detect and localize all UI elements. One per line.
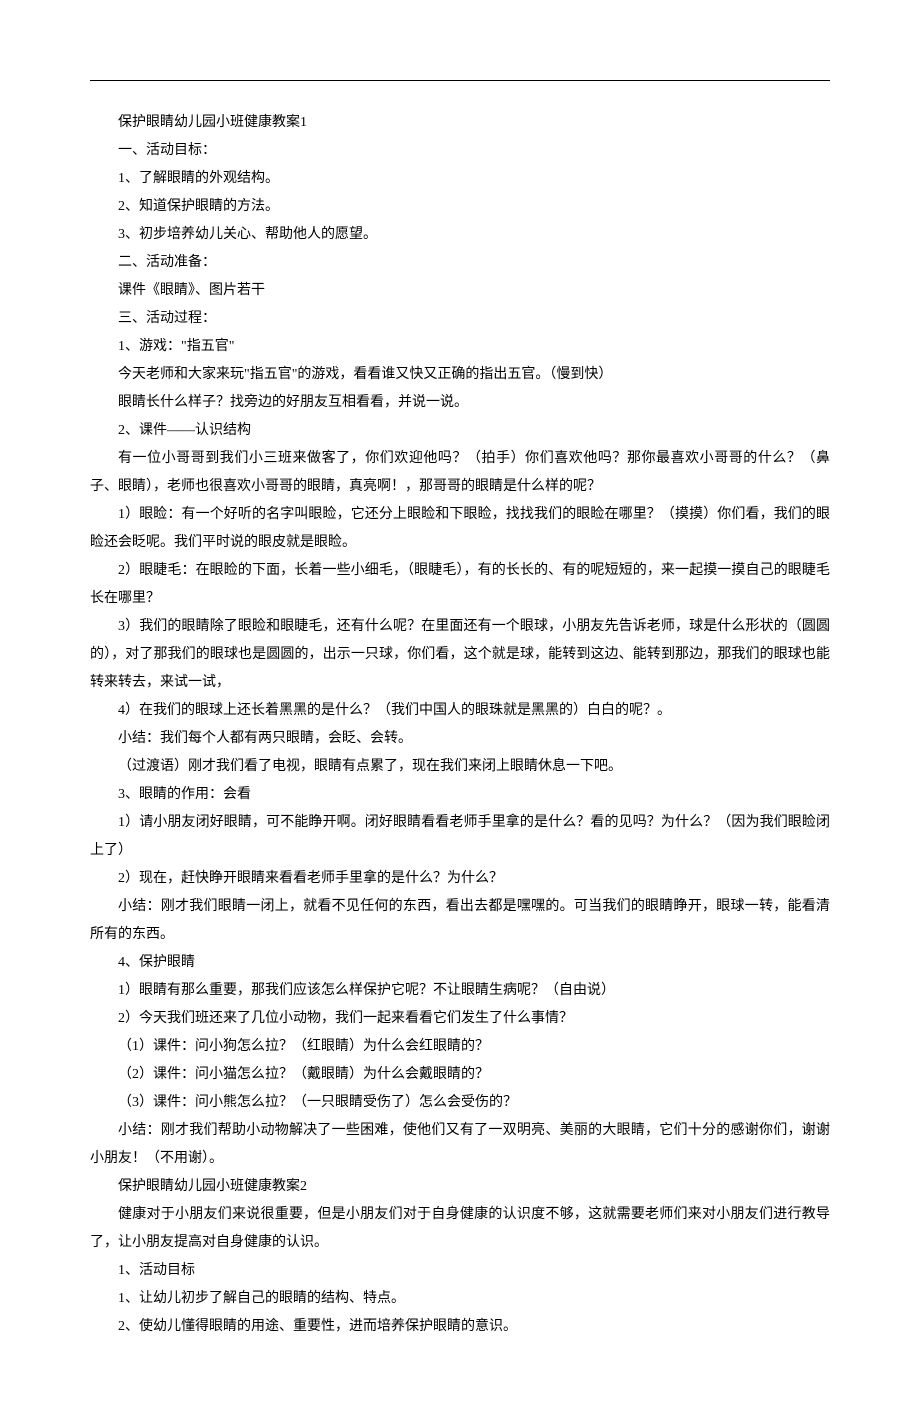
text-line: 保护眼睛幼儿园小班健康教案2 [90,1173,830,1201]
text-line: （3）课件：问小熊怎么拉？（一只眼睛受伤了）怎么会受伤的？ [90,1089,830,1117]
text-line: 3、眼睛的作用：会看 [90,781,830,809]
text-line: 有一位小哥哥到我们小三班来做客了，你们欢迎他吗？（拍手）你们喜欢他吗？那你最喜欢… [90,445,830,501]
text-line: 小结：刚才我们帮助小动物解决了一些困难，使他们又有了一双明亮、美丽的大眼睛，它们… [90,1117,830,1173]
text-line: 课件《眼睛》、图片若干 [90,277,830,305]
text-line: （2）课件：问小猫怎么拉？（戴眼睛）为什么会戴眼睛的？ [90,1061,830,1089]
text-line: 小结：刚才我们眼睛一闭上，就看不见任何的东西，看出去都是嘿嘿的。可当我们的眼睛睁… [90,893,830,949]
text-line: 保护眼睛幼儿园小班健康教案1 [90,109,830,137]
text-line: 健康对于小朋友们来说很重要，但是小朋友们对于自身健康的认识度不够，这就需要老师们… [90,1201,830,1257]
text-line: 1、游戏："指五官" [90,333,830,361]
text-line: 4、保护眼睛 [90,949,830,977]
text-line: 今天老师和大家来玩"指五官"的游戏，看看谁又快又正确的指出五官。（慢到快） [90,361,830,389]
text-line: 1）请小朋友闭好眼睛，可不能睁开啊。闭好眼睛看看老师手里拿的是什么？看的见吗？为… [90,809,830,865]
text-line: 3）我们的眼睛除了眼睑和眼睫毛，还有什么呢？在里面还有一个眼球，小朋友先告诉老师… [90,613,830,697]
text-line: 2）眼睫毛：在眼睑的下面，长着一些小细毛，（眼睫毛），有的长长的、有的呢短短的，… [90,557,830,613]
text-line: （过渡语）刚才我们看了电视，眼睛有点累了，现在我们来闭上眼睛休息一下吧。 [90,753,830,781]
text-line: 一、活动目标： [90,137,830,165]
text-line: 2、使幼儿懂得眼睛的用途、重要性，进而培养保护眼睛的意识。 [90,1313,830,1341]
text-line: 1）眼睛有那么重要，那我们应该怎么样保护它呢？不让眼睛生病呢？（自由说） [90,977,830,1005]
text-line: 三、活动过程： [90,305,830,333]
text-line: 4）在我们的眼球上还长着黑黑的是什么？（我们中国人的眼珠就是黑黑的）白白的呢？。 [90,697,830,725]
text-line: 1、让幼儿初步了解自己的眼睛的结构、特点。 [90,1285,830,1313]
text-line: 眼睛长什么样子？找旁边的好朋友互相看看，并说一说。 [90,389,830,417]
text-line: （1）课件：问小狗怎么拉？（红眼睛）为什么会红眼睛的？ [90,1033,830,1061]
text-line: 2）现在，赶快睁开眼睛来看看老师手里拿的是什么？为什么？ [90,865,830,893]
document-body: 保护眼睛幼儿园小班健康教案1一、活动目标：1、了解眼睛的外观结构。2、知道保护眼… [90,109,830,1341]
text-line: 2、知道保护眼睛的方法。 [90,193,830,221]
text-line: 小结：我们每个人都有两只眼睛，会眨、会转。 [90,725,830,753]
text-line: 1）眼睑：有一个好听的名字叫眼睑，它还分上眼睑和下眼睑，找找我们的眼睑在哪里？（… [90,501,830,557]
text-line: 2）今天我们班还来了几位小动物，我们一起来看看它们发生了什么事情？ [90,1005,830,1033]
text-line: 1、了解眼睛的外观结构。 [90,165,830,193]
top-divider [90,80,830,81]
text-line: 2、课件——认识结构 [90,417,830,445]
text-line: 3、初步培养幼儿关心、帮助他人的愿望。 [90,221,830,249]
text-line: 1、活动目标 [90,1257,830,1285]
text-line: 二、活动准备： [90,249,830,277]
